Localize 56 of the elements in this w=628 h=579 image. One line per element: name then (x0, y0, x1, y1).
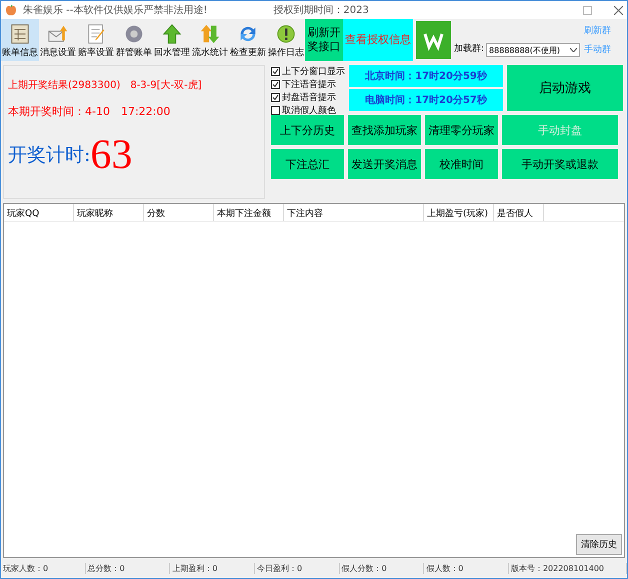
action-button[interactable]: 下注总汇 (271, 149, 344, 179)
start-game-button[interactable]: 启动游戏 (507, 65, 623, 111)
up-arrow-icon (161, 23, 183, 45)
toolbar-button[interactable]: 操作日志 (267, 19, 305, 61)
envelope-icon (47, 23, 69, 45)
notepad-icon (85, 23, 107, 45)
action-button[interactable]: 校准时间 (425, 149, 498, 179)
clock-display: 北京时间：17时20分59秒 (349, 65, 503, 87)
status-field: 假人数：0 (424, 562, 509, 574)
countdown-value: 63 (90, 131, 132, 179)
toolbar-button[interactable]: 群管账单 (115, 19, 153, 61)
action-button[interactable]: 发送开奖消息 (348, 149, 421, 179)
status-field: 假人分数：0 (340, 562, 424, 574)
up-down-arrows-icon (199, 23, 221, 45)
column-header: 下注内容 (284, 204, 424, 221)
toolbar-button[interactable]: 回水管理 (153, 19, 191, 61)
app-icon (5, 4, 17, 16)
column-header: 本期下注金额 (214, 204, 284, 221)
status-field: 玩家人数：0 (1, 562, 86, 574)
column-header: 是否假人 (494, 204, 544, 221)
draw-time: 本期开奖时间：4-10 17:22:00 (8, 104, 172, 119)
action-button[interactable]: 手动开奖或退款 (502, 149, 618, 179)
column-header: 玩家昵称 (74, 204, 144, 221)
alert-icon (275, 23, 297, 45)
logo-icon (416, 21, 451, 59)
table-icon (9, 23, 31, 45)
group-dropdown[interactable]: 88888888(不使用) (486, 43, 580, 57)
action-button[interactable]: 上下分历史 (271, 115, 344, 145)
refresh-button[interactable]: 刷新开奖接口 (305, 19, 343, 61)
toolbar-button[interactable]: 检查更新 (229, 19, 267, 61)
option-checkbox[interactable]: 封盘语音提示 (271, 91, 345, 104)
toolbar-button[interactable]: 赔率设置 (77, 19, 115, 61)
status-field: 版本号：202208101400 (508, 562, 627, 574)
status-field: 总分数：0 (86, 562, 170, 574)
license-expiry: 授权到期时间：2023 (273, 4, 369, 17)
option-checkbox[interactable]: 下注语音提示 (271, 78, 345, 91)
clear-history-button[interactable]: 清除历史 (576, 534, 622, 555)
last-draw-result: 上期开奖结果(2983300) 8-3-9[大-双-虎] (8, 78, 203, 92)
option-checkbox[interactable]: 上下分窗口显示 (271, 65, 345, 78)
option-checkbox[interactable]: 取消假人颜色 (271, 104, 345, 117)
status-field: 今日盈利：0 (254, 562, 340, 574)
column-header: 上期盈亏(玩家) (424, 204, 494, 221)
caret-icon (570, 48, 578, 52)
action-button[interactable]: 查找添加玩家 (348, 115, 421, 145)
countdown-label: 开奖计时: (8, 143, 90, 168)
action-button[interactable]: 清理零分玩家 (425, 115, 498, 145)
status-field: 上期盈利：0 (170, 562, 255, 574)
toolbar-button[interactable]: 消息设置 (39, 19, 77, 61)
toolbar-button[interactable]: 流水统计 (191, 19, 229, 61)
window-title: 朱雀娱乐 --本软件仅供娱乐严禁非法用途! (23, 4, 208, 17)
toolbar-button[interactable]: 账单信息 (1, 19, 39, 61)
close-button[interactable] (614, 6, 623, 14)
group-label: 加载群: (454, 42, 484, 55)
clock-display: 电脑时间：17时20分57秒 (349, 89, 503, 111)
column-header: 分数 (144, 204, 214, 221)
column-header: 玩家QQ (4, 204, 74, 221)
